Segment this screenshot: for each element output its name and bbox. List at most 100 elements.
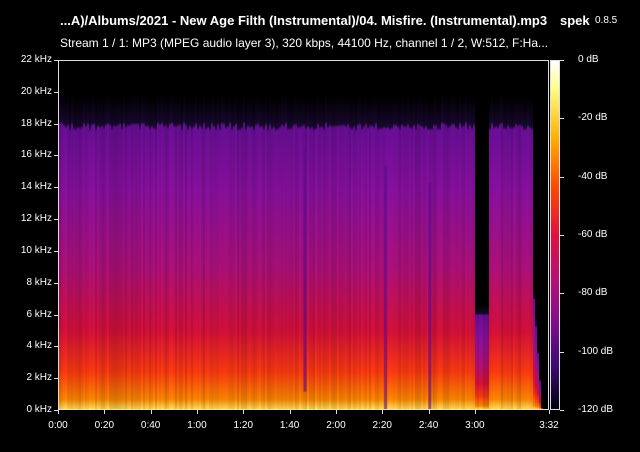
spectrogram-column xyxy=(491,93,493,409)
spectrogram-column xyxy=(507,96,509,409)
spectrogram-column xyxy=(89,100,91,409)
spectrogram-column xyxy=(133,94,135,409)
spectrogram-column xyxy=(153,98,155,409)
spectrogram-column xyxy=(537,347,539,409)
spectrogram-column xyxy=(329,95,331,409)
spectrogram-column xyxy=(381,98,383,409)
y-tick-mark xyxy=(54,91,58,93)
spectrogram-column xyxy=(111,99,113,409)
spectrogram-gap xyxy=(384,165,388,409)
spectrogram-gap xyxy=(428,182,432,409)
spectrogram-column xyxy=(437,99,439,409)
spectrogram-column xyxy=(319,97,321,409)
x-tick-mark xyxy=(382,410,384,414)
y-tick-label: 12 kHz xyxy=(20,213,52,225)
spectrogram-column xyxy=(517,95,519,409)
y-tick-label: 14 kHz xyxy=(20,181,52,193)
spectrogram-column xyxy=(301,96,303,409)
spectrogram-column xyxy=(87,93,89,409)
spectrogram-column xyxy=(401,95,403,409)
colorbar-tick-mark xyxy=(560,235,564,236)
spectrogram-column xyxy=(355,100,357,409)
spectrogram-column xyxy=(477,304,479,409)
spectrogram-column xyxy=(277,99,279,409)
spectrogram-column xyxy=(97,96,99,409)
spectrogram-column xyxy=(313,100,315,409)
x-tick-label: 3:32 xyxy=(539,420,559,431)
y-tick-label: 18 kHz xyxy=(20,117,52,129)
spectrogram-column xyxy=(421,96,423,409)
y-tick-label: 16 kHz xyxy=(20,149,52,161)
spectrogram-column xyxy=(541,407,543,409)
spectrogram-column xyxy=(333,96,335,409)
spectrogram-column xyxy=(513,98,515,409)
spectrogram-column xyxy=(397,97,399,409)
spectrogram-column xyxy=(473,94,475,409)
spectrogram-column xyxy=(91,94,93,409)
spectrogram-column xyxy=(219,99,221,409)
spectrogram-column xyxy=(127,95,129,409)
x-tick-label: 2:20 xyxy=(372,420,392,431)
spectrogram-column xyxy=(125,97,127,409)
spectrogram-column xyxy=(171,93,173,409)
y-tick-mark xyxy=(54,378,58,380)
file-title: ...A)/Albums/2021 - New Age Filth (Instr… xyxy=(60,13,548,28)
spectrogram-column xyxy=(63,95,65,409)
spectrogram-column xyxy=(239,100,241,409)
spectrogram-column xyxy=(471,98,473,409)
x-tick-mark xyxy=(243,410,245,414)
spectrogram-column xyxy=(503,98,505,409)
spectrogram-column xyxy=(325,92,327,409)
spectrogram-column xyxy=(357,94,359,409)
spectrogram-column xyxy=(123,93,125,409)
spectrogram-column xyxy=(483,304,485,409)
spectrogram-column xyxy=(287,99,289,409)
spectrogram-column xyxy=(405,97,407,409)
spectrogram-column xyxy=(369,96,371,409)
spectrogram-column xyxy=(227,96,229,409)
spectrogram-column xyxy=(519,95,521,409)
spectrogram-column xyxy=(267,100,269,409)
spectrogram-column xyxy=(425,96,427,409)
x-tick-label: 1:00 xyxy=(187,420,207,431)
y-tick-mark xyxy=(54,250,58,252)
spectrogram-column xyxy=(347,94,349,409)
app-version: 0.8.5 xyxy=(595,15,618,26)
spectrogram-column xyxy=(399,99,401,409)
spectrogram-column xyxy=(457,99,459,409)
spectrogram-column xyxy=(143,93,145,409)
y-tick-mark xyxy=(54,60,58,61)
spectrogram-column xyxy=(453,94,455,409)
spectrogram-column xyxy=(139,98,141,409)
spectrogram-column xyxy=(185,95,187,409)
spectrogram-column xyxy=(389,99,391,409)
spectrogram-column xyxy=(129,95,131,409)
spectrogram-column xyxy=(167,98,169,409)
spectrogram-column xyxy=(409,98,411,409)
spectrogram-column xyxy=(255,95,257,409)
spectrogram-column xyxy=(489,99,491,409)
spectrogram-column xyxy=(173,96,175,409)
spectrogram-column xyxy=(373,97,375,409)
y-tick-mark xyxy=(54,282,58,284)
spectrogram-column xyxy=(115,96,117,409)
stream-info: Stream 1 / 1: MP3 (MPEG audio layer 3), … xyxy=(60,36,549,50)
spectrogram-column xyxy=(531,99,533,409)
spectrogram-column xyxy=(395,95,397,409)
colorbar-tick-label: -100 dB xyxy=(578,345,614,357)
spectrogram-column xyxy=(451,94,453,409)
spectrogram-column xyxy=(269,94,271,409)
spectrogram-column xyxy=(149,99,151,409)
spectrogram-column xyxy=(209,99,211,409)
x-tick-label: 1:40 xyxy=(279,420,300,431)
spectrogram-column xyxy=(371,95,373,409)
spectrogram-column xyxy=(419,95,421,409)
spectrogram-column xyxy=(229,92,231,409)
spectrogram-column xyxy=(411,98,413,409)
spectrogram-column xyxy=(479,304,481,409)
y-tick-label: 10 kHz xyxy=(20,244,52,256)
spectrogram-column xyxy=(375,93,377,409)
colorbar-tick-label: -20 dB xyxy=(578,112,608,124)
spectrogram-column xyxy=(73,99,75,409)
spectrogram-column xyxy=(291,98,293,409)
